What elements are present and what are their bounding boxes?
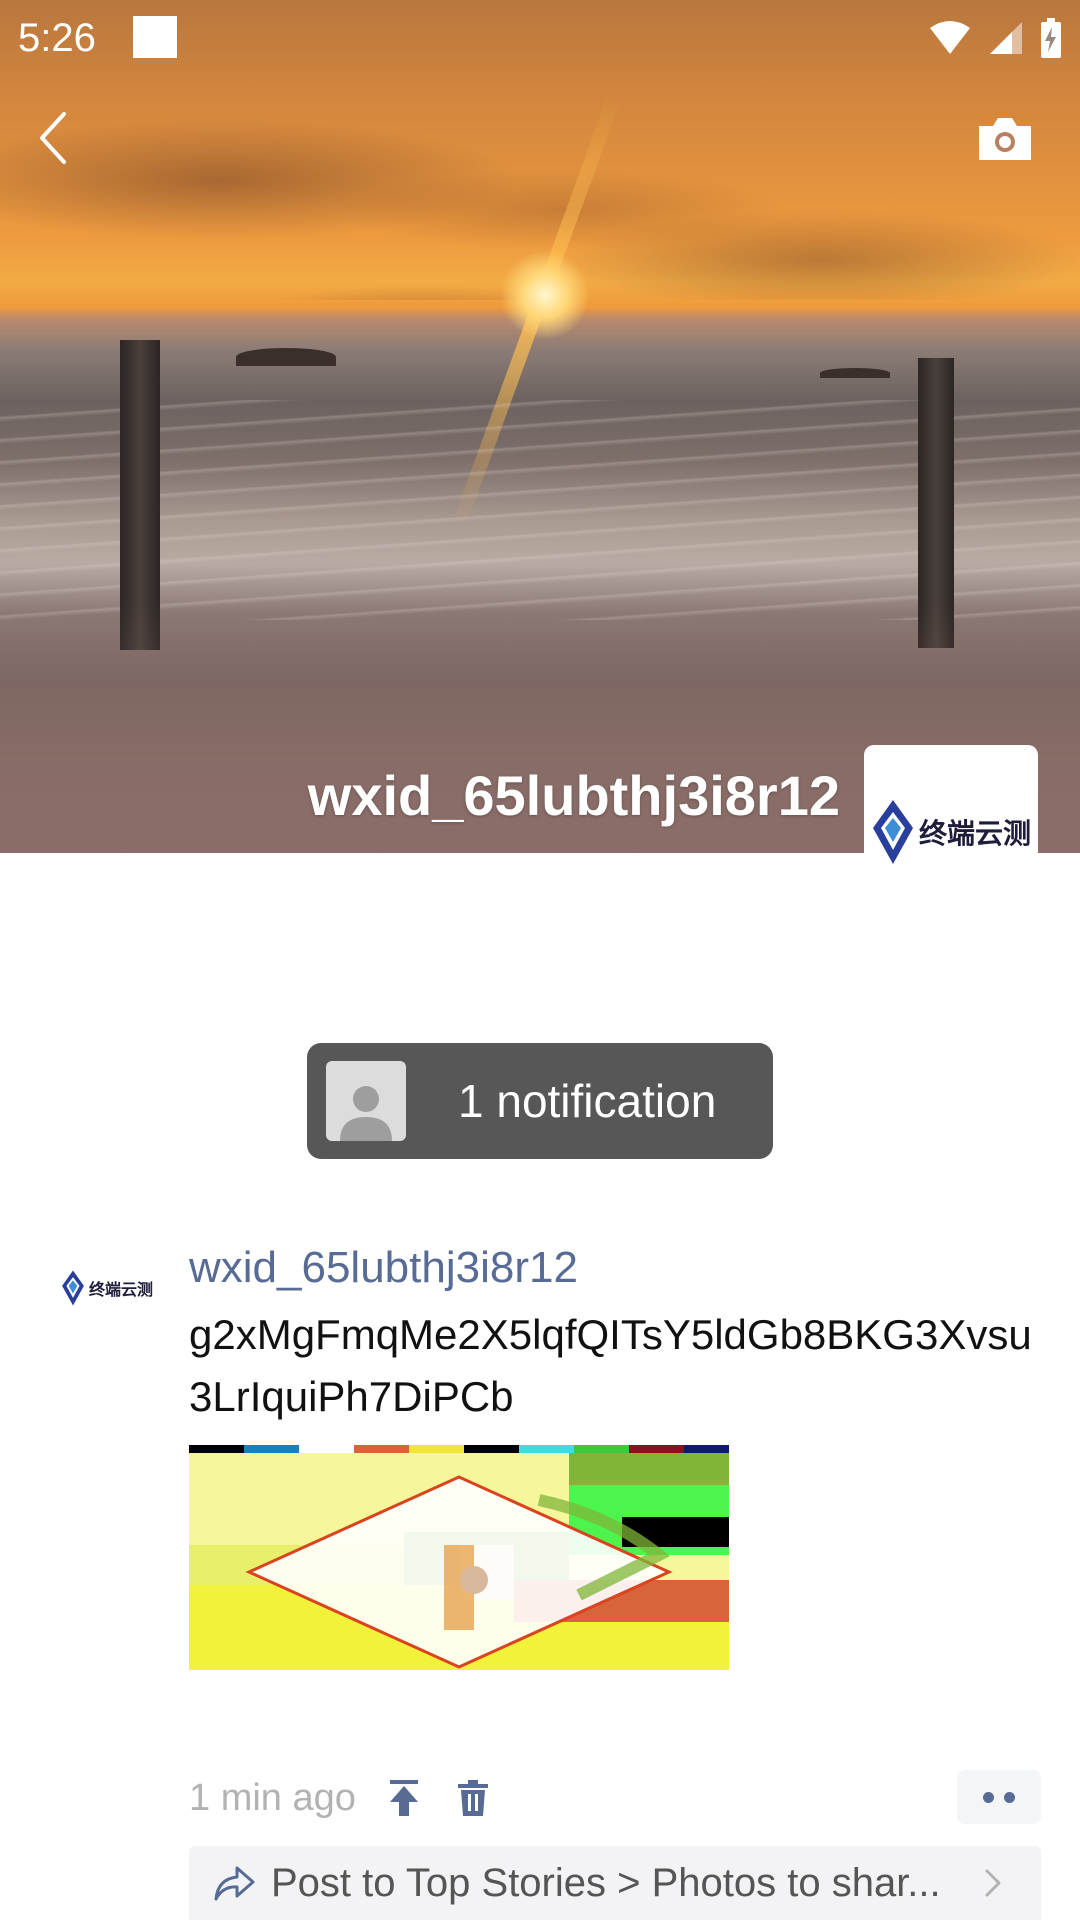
- chevron-left-icon: [40, 112, 66, 164]
- post-avatar[interactable]: 终端云测: [58, 1258, 156, 1318]
- notification-text: 1 notification: [458, 1075, 717, 1127]
- profile-name: wxid_65lubthj3i8r12: [307, 764, 840, 827]
- profile-avatar[interactable]: 终端云测: [864, 745, 1038, 919]
- wifi-icon: [930, 21, 970, 54]
- dot: [983, 1791, 994, 1803]
- delete-button[interactable]: [457, 1780, 489, 1816]
- post-image[interactable]: [189, 1445, 729, 1720]
- battery-charging-icon: [1041, 18, 1061, 58]
- diamond-logo-icon: [62, 1270, 84, 1306]
- notification-avatar: [326, 1061, 406, 1141]
- promote-button[interactable]: [388, 1778, 420, 1818]
- post-author[interactable]: wxid_65lubthj3i8r12: [189, 1240, 578, 1296]
- cell-signal-icon: [990, 22, 1022, 54]
- status-icons: [928, 16, 1062, 60]
- post-avatar-logo-text: 终端云测: [88, 1280, 153, 1299]
- more-options-button[interactable]: [957, 1770, 1041, 1824]
- trash-icon: [458, 1780, 488, 1816]
- notification-pill[interactable]: 1 notification: [307, 1043, 773, 1159]
- upload-arrow-icon: [390, 1780, 418, 1816]
- status-bar: 5:26: [0, 0, 1080, 76]
- cover-photo[interactable]: [0, 0, 1080, 853]
- status-time: 5:26: [18, 16, 96, 60]
- share-arrow-icon: [214, 1866, 255, 1901]
- avatar-logo-text: 终端云测: [918, 817, 1031, 850]
- island: [236, 348, 336, 366]
- chevron-right-icon: [985, 1869, 1001, 1897]
- notification-square-icon: [133, 16, 177, 58]
- sun: [500, 250, 590, 340]
- camera-button[interactable]: [975, 114, 1035, 164]
- avatar-logo: 终端云测: [871, 798, 1031, 866]
- camera-icon: [979, 118, 1031, 160]
- back-button[interactable]: [30, 108, 80, 168]
- post-text: g2xMgFmqMe2X5lqfQITsY5ldGb8BKG3Xvsu3LrIq…: [189, 1311, 1032, 1420]
- diamond-logo-icon: [872, 800, 913, 864]
- dot: [1004, 1791, 1015, 1803]
- post-avatar-logo: 终端云测: [61, 1269, 153, 1307]
- post-timestamp: 1 min ago: [189, 1777, 356, 1819]
- share-text: Post to Top Stories > Photos to shar...: [271, 1860, 941, 1905]
- person-placeholder-icon: [340, 1086, 392, 1141]
- island: [820, 368, 890, 378]
- share-to-top-stories-bar[interactable]: Post to Top Stories > Photos to shar...: [189, 1846, 1041, 1920]
